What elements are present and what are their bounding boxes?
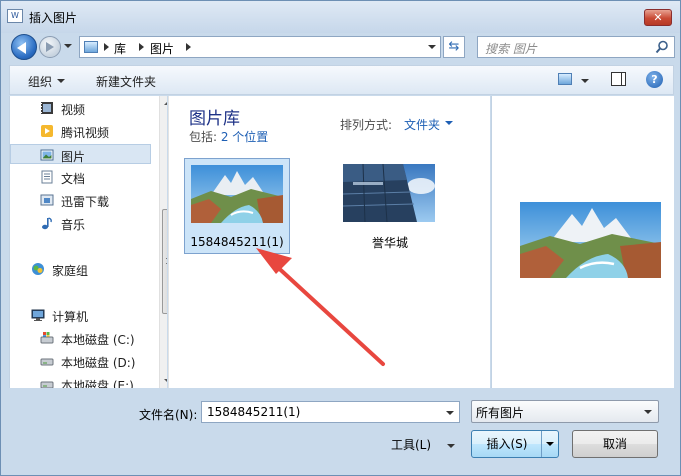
tools-button[interactable]: 工具(L) [391,436,431,453]
search-placeholder: 搜索 图片 [485,42,537,56]
new-folder-button[interactable]: 新建文件夹 [96,73,156,90]
sidebar-item-videos[interactable]: 视频 [10,98,151,118]
pictures-icon [40,149,54,161]
breadcrumb-libraries[interactable]: 库 [114,40,126,57]
breadcrumb-chevron-icon[interactable] [104,43,109,51]
file-type-value: 所有图片 [476,406,525,420]
scroll-down-icon[interactable] [164,379,167,383]
arrange-by-label: 排列方式: [340,118,393,132]
sidebar-item-label: 音乐 [61,218,86,232]
insert-label: 插入(S) [486,437,528,451]
building-thumbnail [343,164,435,222]
drive-icon [40,358,54,366]
arrange-by-dropdown[interactable]: 文件夹 [404,116,440,133]
dialog-title: 插入图片 [29,11,78,25]
cancel-button[interactable]: 取消 [572,430,658,458]
refresh-button[interactable]: ⇆ [443,36,465,58]
tencent-video-icon [41,125,53,137]
file-name: 1584845211(1) [190,235,284,249]
grip-icon [166,258,167,264]
title-bar: W 插入图片 ✕ [1,1,680,33]
file-type-dropdown-icon [644,410,652,414]
drive-icon [40,381,54,388]
view-dropdown-icon[interactable] [581,79,589,83]
preview-image [520,202,661,278]
close-button[interactable]: ✕ [644,9,672,26]
file-list-pane: 图片库 包括: 2 个位置 排列方式: 文件夹 1584845211(1) 誉华… [168,96,490,388]
forward-button[interactable] [39,36,61,58]
bottom-panel: 文件名(N): 1584845211(1) 所有图片 工具(L) 插入(S) 取… [1,389,680,475]
file-name: 誉华城 [371,236,408,250]
sidebar-item-label: 图片 [61,150,86,164]
music-icon [42,217,52,230]
back-arrow-icon [17,42,26,54]
sidebar-item-label: 文档 [61,172,86,186]
scroll-up-icon[interactable] [164,101,167,105]
sidebar-item-label: 计算机 [52,310,89,324]
help-icon[interactable]: ? [646,71,663,88]
file-item[interactable]: 誉华城 [337,158,443,254]
filename-value: 1584845211(1) [207,405,301,419]
organize-button[interactable]: 组织 [28,73,52,90]
filename-label: 文件名(N): [139,408,198,422]
search-icon[interactable] [655,40,669,54]
sidebar-item-documents[interactable]: 文档 [10,167,151,187]
sidebar-item-label: 家庭组 [52,264,89,278]
sidebar-item-music[interactable]: 音乐 [10,213,151,233]
filename-dropdown-icon[interactable] [446,411,454,415]
breadcrumb-chevron-icon[interactable] [139,43,144,51]
scroll-thumb[interactable] [162,209,167,314]
preview-pane [491,96,674,388]
sidebar-item-pictures[interactable]: 图片 [10,144,151,164]
address-bar[interactable]: 库 图片 [79,36,441,58]
filename-input[interactable]: 1584845211(1) [201,401,460,423]
library-includes: 包括: 2 个位置 [189,128,268,145]
library-title: 图片库 [189,109,240,129]
documents-icon [41,170,53,184]
navigation-scrollbar[interactable] [159,96,167,388]
video-icon [41,102,53,114]
sidebar-item-drive-c[interactable]: 本地磁盘 (C:) [10,328,151,348]
insert-options-dropdown[interactable] [541,431,557,457]
sidebar-item-label: 本地磁盘 (C:) [61,333,135,347]
sidebar-item-drive-e[interactable]: 本地磁盘 (E:) [10,374,151,388]
navigation-bar: 库 图片 ⇆ 搜索 图片 [1,33,680,61]
back-button[interactable] [11,34,37,60]
sidebar-item-drive-d[interactable]: 本地磁盘 (D:) [10,351,151,371]
download-icon [40,194,54,206]
command-bar: 组织 新建文件夹 ? [9,65,674,95]
sidebar-item-label: 腾讯视频 [61,126,110,140]
sidebar-item-tencent-video[interactable]: 腾讯视频 [10,121,151,141]
file-item-selected[interactable]: 1584845211(1) [184,158,290,254]
file-type-select[interactable]: 所有图片 [471,400,659,423]
sidebar-item-label: 视频 [61,103,86,117]
word-app-icon: W [7,9,23,23]
forward-arrow-icon [46,42,54,52]
breadcrumb-pictures[interactable]: 图片 [150,40,174,57]
sidebar-item-label: 本地磁盘 (E:) [61,379,134,388]
sidebar-item-label: 迅雷下载 [61,195,110,209]
drive-c-icon [40,332,54,344]
computer-icon [31,309,45,321]
includes-label: 包括: [189,130,221,144]
sidebar-item-homegroup[interactable]: 家庭组 [10,259,151,279]
mountain-thumbnail [191,165,283,223]
change-view-icon[interactable] [558,73,572,85]
sidebar-item-thunder-download[interactable]: 迅雷下载 [10,190,151,210]
organize-dropdown-icon[interactable] [57,79,65,83]
tools-dropdown-icon[interactable] [447,444,455,448]
sidebar-item-computer[interactable]: 计算机 [10,305,151,325]
breadcrumb-chevron-icon[interactable] [186,43,191,51]
arrange-dropdown-icon[interactable] [445,121,453,125]
address-dropdown-icon[interactable] [428,45,436,49]
navigation-pane: 视频 腾讯视频 图片 文档 迅雷下载 音乐 家庭组 计算机 本地磁盘 (C:) … [9,96,167,388]
homegroup-icon [32,263,44,275]
search-box[interactable]: 搜索 图片 [477,36,675,58]
insert-picture-dialog: W 插入图片 ✕ 库 图片 ⇆ 搜索 图片 组织 新建文件夹 ? 视频 腾讯视频… [0,0,681,476]
sidebar-item-label: 本地磁盘 (D:) [61,356,136,370]
library-folder-icon [84,41,98,53]
locations-link[interactable]: 2 个位置 [221,130,268,144]
preview-pane-icon[interactable] [611,72,626,86]
recent-locations-dropdown[interactable] [64,44,72,48]
